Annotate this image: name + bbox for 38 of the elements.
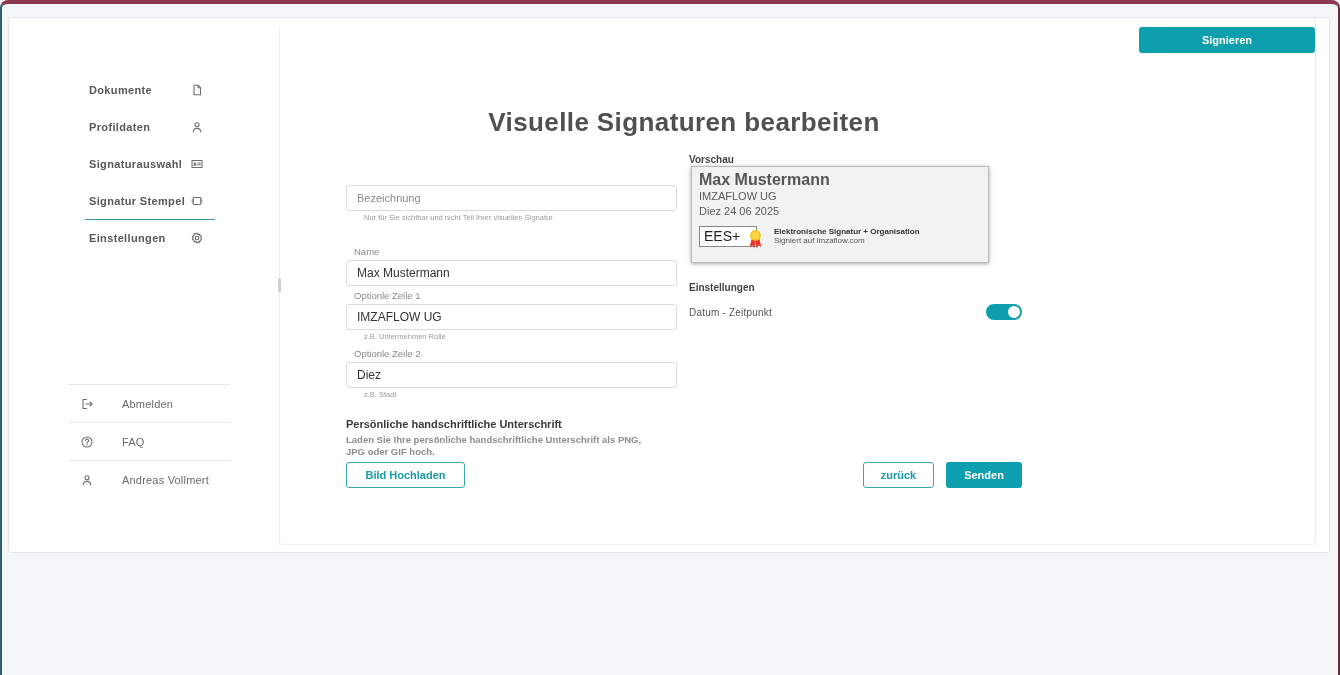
toggle-switch[interactable] [986,304,1022,320]
field-label: Optionle Zeile 1 [354,290,422,302]
medal-icon [748,229,763,249]
nav-item[interactable]: Signaturauswahl [85,146,215,183]
page-title: Visuelle Signaturen bearbeiten [487,106,881,138]
user-icon [81,473,93,486]
text-field[interactable]: Diez [346,362,677,388]
section-heading: Persönliche handschriftliche Unterschrift [346,417,562,431]
badge-title: Elektronische Signatur + Organisation [774,227,920,236]
sidebar-link[interactable]: Abmelden [69,384,230,422]
option-label: Datum - Zeitpunkt [689,306,772,318]
settings-icon [191,232,203,244]
nav-item[interactable]: Dokumente [85,72,215,109]
help-icon [81,435,93,448]
chip-icon [191,195,203,207]
preview-line: IMZAFLOW UG [699,189,777,203]
logout-icon [81,397,93,410]
person-icon [191,121,203,133]
settings-heading: Einstellungen [689,282,755,294]
badge-subtitle: Signiert auf imzaflow.com [774,236,866,246]
resize-handle[interactable] [278,278,281,292]
field-label: Name [354,246,381,258]
sidebar-link[interactable]: Andreas Vollmert [69,460,230,498]
preview-label: Vorschau [689,154,734,166]
signature-badge: EES+ [699,226,757,247]
preview-name: Max Mustermann [699,171,830,189]
sidebar-link[interactable]: FAQ [69,422,230,460]
text-field[interactable]: Bezeichnung [346,185,677,211]
field-label: Optionle Zeile 2 [354,348,422,360]
nav-item[interactable]: Signatur Stempel [85,183,215,220]
preview-line: Diez 24 06 2025 [699,204,780,218]
nav-item[interactable]: Einstellungen [85,220,215,257]
text-field[interactable]: Max Mustermann [346,260,677,286]
text-field[interactable]: IMZAFLOW UG [346,304,677,330]
upload-description: Laden Sie Ihre persönliche handschriftliche Unterschrift als PNG, JPG oder GIF hoch. [346,434,643,458]
id-card-icon [191,158,203,170]
document-icon [191,84,203,96]
nav-item[interactable]: Profildaten [85,109,215,146]
